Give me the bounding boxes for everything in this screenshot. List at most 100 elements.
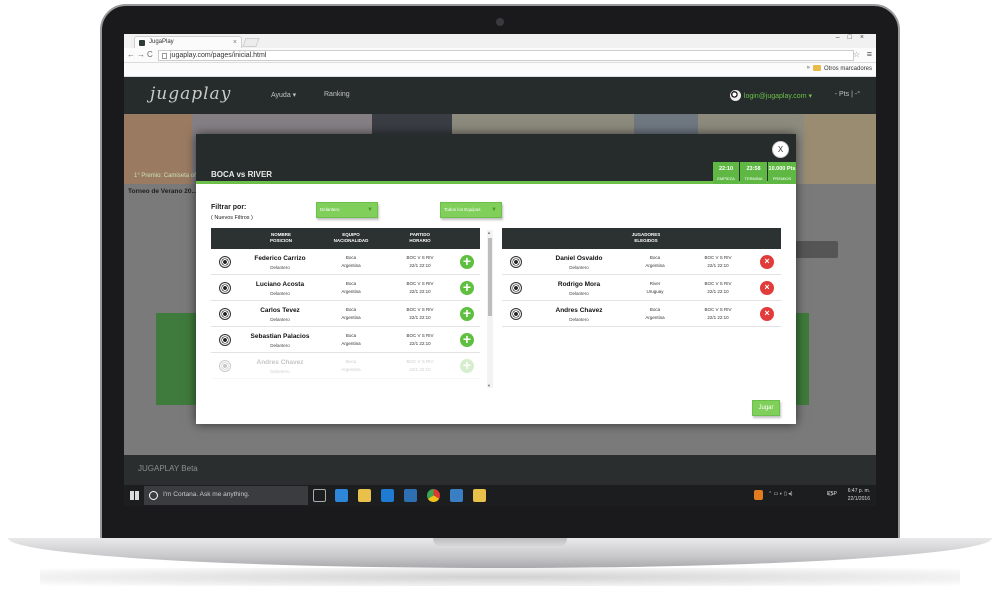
player-name: Luciano Acosta <box>255 281 305 288</box>
table-header: NOMBRE POSICION EQUIPO NACIONALIDAD PART… <box>211 228 480 249</box>
player-position: Delantero <box>270 291 290 296</box>
store-app-icon[interactable] <box>381 489 394 502</box>
scrollbar[interactable]: ▲ ▼ <box>487 230 493 388</box>
remove-player-button[interactable]: × <box>760 255 774 269</box>
cortana-placeholder: I'm Cortana. Ask me anything. <box>163 491 250 498</box>
player-name: Carlos Tevez <box>260 307 300 314</box>
tray-icons[interactable]: ⌃ ▭ ◐ ▯ ◂) <box>768 491 792 497</box>
user-email: login@jugaplay.com ▾ <box>743 93 812 100</box>
player-match: BOC V S RIV <box>704 281 732 286</box>
user-menu[interactable]: login@jugaplay.com ▾ <box>729 90 812 101</box>
player-match: BOC V S RIV <box>704 307 732 312</box>
browser-menu-icon[interactable]: ≡ <box>867 49 872 59</box>
player-position: Delantero <box>270 317 290 322</box>
filter-label: Filtrar por: <box>211 204 247 211</box>
site-logo[interactable]: jugaplay <box>150 84 231 104</box>
banner-image <box>804 114 876 184</box>
new-tab-button[interactable] <box>242 38 260 47</box>
screen: JugaPlay × –□× ← → C jugaplay.com/pages/… <box>124 34 876 506</box>
player-team: Boca <box>345 281 357 286</box>
table-header: JUGADORES ELEGIDOS <box>502 228 781 249</box>
cortana-search[interactable]: I'm Cortana. Ask me anything. <box>144 486 308 505</box>
modal-header: BOCA vs RIVER X 22:10 EMPIEZA 23:58 TERM… <box>196 134 796 184</box>
player-nationality: Argentina <box>341 263 361 268</box>
badge-value: 10.000 Pts <box>768 166 796 172</box>
nav-ayuda[interactable]: Ayuda ▾ <box>271 91 296 99</box>
forward-icon[interactable]: → <box>137 50 145 59</box>
soccer-ball-icon <box>219 256 231 268</box>
new-filters-link[interactable]: ( Nuevos Filtros ) <box>211 215 253 221</box>
soccer-ball-icon <box>219 360 231 372</box>
player-nationality: Argentina <box>645 263 665 268</box>
player-match: BOC V S RIV <box>406 333 434 338</box>
play-button[interactable]: Jugar <box>752 400 780 416</box>
available-players-table: NOMBRE POSICION EQUIPO NACIONALIDAD PART… <box>211 228 480 388</box>
language-text: ESP <box>827 491 838 497</box>
file-explorer-icon[interactable] <box>358 489 371 502</box>
site-header: jugaplay Ayuda ▾ Ranking login@jugaplay.… <box>124 77 876 114</box>
player-nationality: Uruguay <box>646 289 664 294</box>
chevron-down-icon: ▼ <box>491 207 497 213</box>
badge-prize: 10.000 Pts PREMIOS <box>768 162 796 184</box>
player-match: BOC V S RIV <box>406 281 434 286</box>
reload-icon[interactable]: C <box>147 50 153 59</box>
player-match: BOC V S RIV <box>406 307 434 312</box>
url-input[interactable]: jugaplay.com/pages/inicial.html <box>158 50 854 61</box>
bookmark-star-icon[interactable]: ☆ <box>853 50 860 59</box>
scroll-up-icon[interactable]: ▲ <box>487 230 491 235</box>
bookmarks-overflow-icon[interactable]: » <box>807 65 810 71</box>
chrome-icon[interactable] <box>427 489 440 502</box>
player-time: 22/1 22:10 <box>707 263 729 268</box>
remove-player-button[interactable]: × <box>760 307 774 321</box>
badge-end: 23:58 TERMINA <box>740 162 767 184</box>
scroll-down-icon[interactable]: ▼ <box>487 383 491 388</box>
badge-label: PREMIOS <box>772 176 792 181</box>
table-row: Federico Carrizo Delantero Boca Argentina BO… <box>211 249 480 275</box>
tab-close-icon[interactable]: × <box>233 37 237 48</box>
system-clock[interactable]: 6:47 p. m. 22/1/2016 <box>848 487 870 503</box>
favicon-icon <box>139 40 145 46</box>
weather-app-icon[interactable] <box>335 489 348 502</box>
app-icon[interactable] <box>450 489 463 502</box>
nav-ranking[interactable]: Ranking <box>324 91 350 98</box>
add-player-button[interactable]: + <box>460 332 474 347</box>
browser-tab[interactable]: JugaPlay × <box>134 36 242 48</box>
task-view-icon[interactable] <box>313 489 326 502</box>
app-icon[interactable] <box>473 489 486 502</box>
other-bookmarks[interactable]: Otros marcadores <box>812 65 872 72</box>
add-player-button[interactable]: + <box>460 280 474 295</box>
remove-player-button[interactable]: × <box>760 281 774 295</box>
window-controls[interactable]: –□× <box>836 34 872 41</box>
laptop-notch <box>433 538 567 548</box>
close-button[interactable]: X <box>772 141 789 158</box>
col-header-name: NOMBRE POSICION <box>269 232 292 243</box>
table-row: Rodrigo Mora Delantero River Uruguay BOC V S… <box>502 275 781 301</box>
player-position: Delantero <box>270 343 290 348</box>
notification-badge-icon[interactable] <box>754 490 763 500</box>
player-match: BOC V S RIV <box>406 255 434 260</box>
laptop-shadow <box>40 568 960 586</box>
add-player-button[interactable]: + <box>460 306 474 321</box>
position-dropdown[interactable]: Delantero ▼ <box>316 202 378 218</box>
team-dropdown[interactable]: Todos los Equipos ▼ <box>440 202 502 218</box>
player-team: Boca <box>345 307 357 312</box>
back-icon[interactable]: ← <box>127 50 135 59</box>
player-name: Federico Carrizo <box>254 255 306 262</box>
add-player-button[interactable]: + <box>460 254 474 269</box>
page-icon <box>162 53 167 59</box>
app-icon[interactable] <box>404 489 417 502</box>
language-indicator[interactable]: ESP <box>827 491 837 497</box>
player-position: Delantero <box>569 317 589 322</box>
player-time: 22/1 22:10 <box>409 263 431 268</box>
address-bar: ← → C jugaplay.com/pages/inicial.html ☆ … <box>124 48 876 63</box>
table-row: Carlos Tevez Delantero Boca Argentina BOC V … <box>211 301 480 327</box>
table-row: Andres Chavez Delantero Boca Argentina BOC V… <box>502 301 781 327</box>
selected-players-table: JUGADORES ELEGIDOS Daniel Osvaldo Delante… <box>502 228 781 338</box>
soccer-ball-icon <box>510 256 522 268</box>
badge-label: EMPIEZA <box>717 176 735 181</box>
scroll-thumb[interactable] <box>488 238 492 316</box>
soccer-ball-icon <box>219 282 231 294</box>
windows-start-icon[interactable] <box>130 491 139 500</box>
badge-value: 23:58 <box>746 166 761 172</box>
add-player-button[interactable]: + <box>460 358 474 373</box>
